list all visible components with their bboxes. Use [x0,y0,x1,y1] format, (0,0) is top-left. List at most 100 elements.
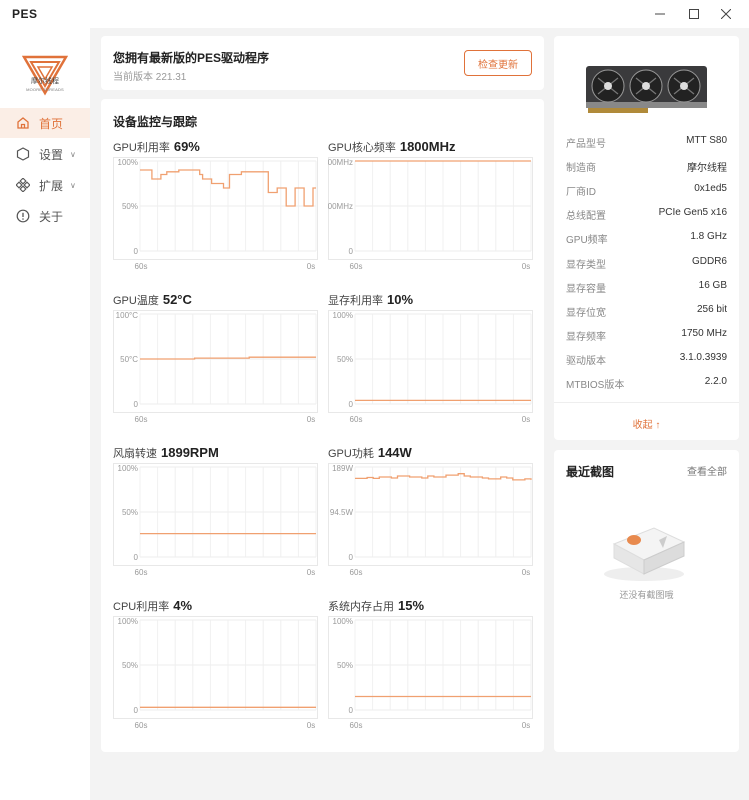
close-button[interactable] [716,4,736,24]
chart-3: GPU温度 52°C 100°C 50°C 0 60s 0s [113,292,323,432]
info-key: 厂商ID [566,187,596,199]
minimize-button[interactable] [650,4,670,24]
y-tick-label: 189W [332,464,353,473]
info-key: 产品型号 [566,139,606,150]
chart-value: 144W [377,445,412,460]
screenshots-title: 最近截图 [566,465,615,479]
x-tick-label: 0s [522,262,530,271]
sidebar-item-extensions[interactable]: 扩展 ∨ [0,170,90,200]
y-tick-label: 50% [337,355,353,364]
chart-plot: 100% 50% 0 60s 0s [113,616,318,730]
info-value: MTT S80 [686,135,727,146]
info-row: 厂商ID 0x1ed5 [566,183,727,199]
chart-label: GPU核心频率 [328,142,396,154]
info-value: 16 GB [698,279,727,291]
y-tick-label: 50% [122,661,138,670]
info-row: 显存位宽 256 bit [566,304,727,320]
empty-box-illustration [604,527,686,581]
x-tick-label: 0s [522,721,530,730]
sidebar-item-label: 扩展 [39,178,64,193]
sidebar-item-settings[interactable]: 设置 ∨ [0,139,90,169]
info-key: MTBIOS版本 [566,380,625,391]
collapse-link[interactable]: 收起 ↑ [554,416,739,431]
info-value: 1750 MHz [681,327,727,339]
home-icon [17,117,29,129]
chart-frame [328,157,533,260]
y-tick-label: 0 [134,247,139,256]
info-row: 驱动版本 3.1.0.3939 [566,352,727,368]
device-info-card: 产品型号 MTT S80 制造商 摩尔线程厂商ID 0x1ed5 总线配置 PCIe Gen… [554,36,739,440]
x-tick-label: 60s [135,721,148,730]
chevron-down-icon: ∨ [70,149,76,159]
info-key: 显存频率 [566,331,606,343]
info-value: PCIe Gen5 x16 [658,207,727,219]
chart-4: 显存利用率 10% 100% 50% 0 60s 0s [328,292,538,432]
monitor-card: 设备监控与跟踪 GPU利用率 69% 100% 50% 0 60s 0s GPU核心频率 180… [101,99,544,752]
chart-frame [328,616,533,719]
y-tick-label: 100% [118,158,138,167]
x-tick-label: 60s [350,568,363,577]
info-row: 显存类型 GDDR6 [566,256,727,272]
x-tick-label: 60s [135,262,148,271]
empty-state-text: 还没有截图哦 [619,590,674,600]
recent-screenshots-card: 最近截图 查看全部 还没有截图哦 [554,450,739,752]
info-key: 驱动版本 [566,355,606,367]
info-row: 显存容量 16 GB [566,280,727,296]
maximize-button[interactable] [684,4,704,24]
current-version: 当前版本 221.31 [113,72,187,83]
chart-frame [113,157,318,260]
chart-header: GPU利用率 69% [113,139,200,155]
chart-header: 系统内存占用 15% [328,598,424,614]
info-row: 制造商 摩尔线程 [566,159,727,175]
y-tick-label: 100% [333,617,353,626]
chart-value: 1899RPM [161,445,219,460]
brand-subtitle: MOORE THREADS [26,87,64,92]
monitor-title: 设备监控与跟踪 [113,115,198,129]
check-update-button[interactable]: 检查更新 [464,50,532,76]
y-tick-label: 0 [349,400,354,409]
info-value: 0x1ed5 [694,183,727,195]
x-tick-label: 60s [350,721,363,730]
chart-frame [113,616,318,719]
chart-value: 1800MHz [399,139,456,154]
update-title: 您拥有最新版的PES驱动程序 [113,51,270,65]
y-tick-label: 100% [333,311,353,320]
update-card: 您拥有最新版的PES驱动程序 当前版本 221.31 检查更新 [101,36,544,90]
info-row: GPU频率 1.8 GHz [566,231,727,247]
y-tick-label: 0 [349,247,354,256]
maximize-icon [689,9,699,19]
x-tick-label: 0s [522,568,530,577]
y-tick-label: 0 [134,553,139,562]
info-row: MTBIOS版本 2.2.0 [566,376,727,392]
chart-label: 显存利用率 [328,295,383,307]
y-tick-label: 900MHz [328,202,353,211]
y-tick-label: 0 [134,400,139,409]
chart-header: GPU功耗 144W [328,445,412,461]
chart-value: 10% [387,292,414,307]
info-key: 显存容量 [566,283,606,295]
brand-logo [22,55,68,96]
sidebar-item-label: 设置 [39,147,64,162]
view-all-link[interactable]: 查看全部 [687,463,727,478]
chart-frame [328,310,533,413]
chart-1: GPU利用率 69% 100% 50% 0 60s 0s [113,139,323,279]
sidebar-item-home[interactable]: 首页 [0,108,90,138]
sidebar-item-about[interactable]: 关于 [0,201,90,231]
gpu-card-image [586,66,707,113]
chart-label: GPU利用率 [113,142,170,154]
y-tick-label: 50% [122,508,138,517]
chart-2: GPU核心频率1800MHz1800MHz900MHz060s0s [328,139,538,279]
chart-plot: 100°C 50°C 0 60s 0s [113,310,318,424]
chart-7: CPU利用率 4% 100% 50% 0 60s 0s [113,598,323,738]
y-tick-label: 100% [118,464,138,473]
chart-8: 系统内存占用 15% 100% 50% 0 60s 0s [328,598,538,738]
chart-label: 系统内存占用 [328,601,394,613]
info-key: 显存类型 [566,259,606,271]
y-tick-label: 94.5W [330,508,354,517]
x-tick-label: 60s [350,262,363,271]
info-value: GDDR6 [691,255,727,267]
info-key: GPU频率 [566,235,608,247]
info-value: 1.8 GHz [690,231,727,243]
info-row: 总线配置 PCIe Gen5 x16 [566,207,727,223]
info-value: 256 bit [696,303,727,315]
